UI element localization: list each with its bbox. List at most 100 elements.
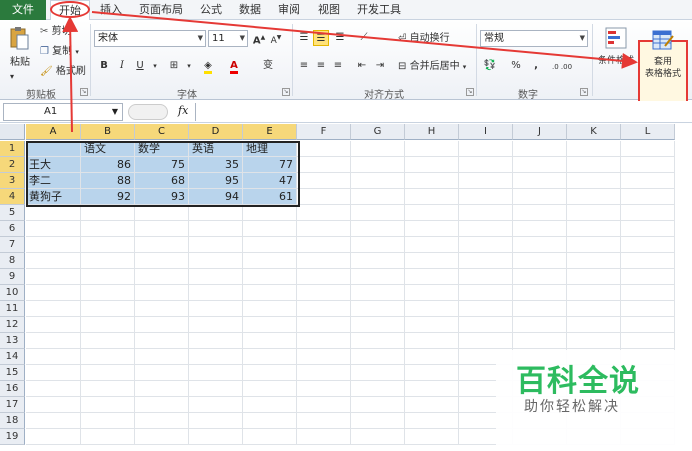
cell-g15[interactable] bbox=[351, 365, 405, 381]
cell-f15[interactable] bbox=[297, 365, 351, 381]
align-right-button[interactable]: ≡ bbox=[330, 58, 346, 74]
decrease-indent-button[interactable]: ⇤ bbox=[354, 58, 370, 74]
cell-k3[interactable] bbox=[567, 173, 621, 189]
cell-k2[interactable] bbox=[567, 157, 621, 173]
row-header-19[interactable]: 19 bbox=[0, 429, 25, 445]
row-header-18[interactable]: 18 bbox=[0, 413, 25, 429]
cell-c5[interactable] bbox=[135, 205, 189, 221]
cell-a17[interactable] bbox=[26, 397, 81, 413]
cell-c19[interactable] bbox=[135, 429, 189, 445]
cell-g3[interactable] bbox=[351, 173, 405, 189]
cell-l9[interactable] bbox=[621, 269, 675, 285]
tab-view[interactable]: 视图 bbox=[314, 0, 344, 20]
cell-j5[interactable] bbox=[513, 205, 567, 221]
cell-a5[interactable] bbox=[26, 205, 81, 221]
cell-h13[interactable] bbox=[405, 333, 459, 349]
tab-review[interactable]: 审阅 bbox=[274, 0, 304, 20]
cell-a16[interactable] bbox=[26, 381, 81, 397]
tab-page-layout[interactable]: 页面布局 bbox=[136, 0, 186, 20]
bold-button[interactable]: B bbox=[96, 58, 112, 74]
cell-l10[interactable] bbox=[621, 285, 675, 301]
format-as-table-button[interactable]: 套用 表格格式 bbox=[640, 56, 686, 80]
column-header-i[interactable]: I bbox=[459, 124, 513, 140]
merge-center-button[interactable]: ⊟ 合并后居中 ▾ bbox=[398, 60, 466, 74]
cell-d13[interactable] bbox=[189, 333, 243, 349]
orientation-button[interactable]: ⟋ bbox=[356, 30, 372, 46]
cell-b10[interactable] bbox=[81, 285, 135, 301]
cell-e18[interactable] bbox=[243, 413, 297, 429]
cell-e12[interactable] bbox=[243, 317, 297, 333]
cell-c11[interactable] bbox=[135, 301, 189, 317]
format-painter-button[interactable]: 🖌 格式刷 bbox=[40, 65, 86, 79]
cell-l4[interactable] bbox=[621, 189, 675, 205]
cell-a9[interactable] bbox=[26, 269, 81, 285]
cell-d10[interactable] bbox=[189, 285, 243, 301]
cell-g12[interactable] bbox=[351, 317, 405, 333]
cell-k8[interactable] bbox=[567, 253, 621, 269]
cell-e6[interactable] bbox=[243, 221, 297, 237]
cell-a4[interactable]: 黄狗子 bbox=[26, 189, 81, 205]
cell-e10[interactable] bbox=[243, 285, 297, 301]
cell-c7[interactable] bbox=[135, 237, 189, 253]
underline-button[interactable]: U bbox=[132, 58, 148, 74]
cell-a11[interactable] bbox=[26, 301, 81, 317]
grow-font-button[interactable]: A▲ bbox=[251, 30, 267, 46]
cell-e7[interactable] bbox=[243, 237, 297, 253]
cell-a18[interactable] bbox=[26, 413, 81, 429]
increase-indent-button[interactable]: ⇥ bbox=[372, 58, 388, 74]
column-header-h[interactable]: H bbox=[405, 124, 459, 140]
cell-d12[interactable] bbox=[189, 317, 243, 333]
cell-e8[interactable] bbox=[243, 253, 297, 269]
align-left-button[interactable]: ≡ bbox=[296, 58, 312, 74]
cell-b7[interactable] bbox=[81, 237, 135, 253]
cell-g2[interactable] bbox=[351, 157, 405, 173]
cell-d1[interactable]: 英语 bbox=[189, 141, 243, 157]
row-header-15[interactable]: 15 bbox=[0, 365, 25, 381]
cell-f11[interactable] bbox=[297, 301, 351, 317]
cell-h4[interactable] bbox=[405, 189, 459, 205]
column-header-j[interactable]: J bbox=[513, 124, 567, 140]
row-header-12[interactable]: 12 bbox=[0, 317, 25, 333]
number-format-select[interactable]: 常规 ▼ bbox=[480, 30, 588, 47]
cell-f8[interactable] bbox=[297, 253, 351, 269]
cell-e1[interactable]: 地理 bbox=[243, 141, 297, 157]
cell-e5[interactable] bbox=[243, 205, 297, 221]
cell-h16[interactable] bbox=[405, 381, 459, 397]
column-header-g[interactable]: G bbox=[351, 124, 405, 140]
cell-a13[interactable] bbox=[26, 333, 81, 349]
cell-a2[interactable]: 王大 bbox=[26, 157, 81, 173]
underline-dropdown-icon[interactable]: ▾ bbox=[147, 58, 163, 74]
cell-l13[interactable] bbox=[621, 333, 675, 349]
cell-h17[interactable] bbox=[405, 397, 459, 413]
cell-e11[interactable] bbox=[243, 301, 297, 317]
cell-h10[interactable] bbox=[405, 285, 459, 301]
cell-f17[interactable] bbox=[297, 397, 351, 413]
font-name-select[interactable]: 宋体 ▼ bbox=[94, 30, 206, 47]
cell-h2[interactable] bbox=[405, 157, 459, 173]
cell-j10[interactable] bbox=[513, 285, 567, 301]
cell-l8[interactable] bbox=[621, 253, 675, 269]
cell-i13[interactable] bbox=[459, 333, 513, 349]
cell-d11[interactable] bbox=[189, 301, 243, 317]
formula-bar-divider[interactable] bbox=[128, 104, 168, 120]
cell-f10[interactable] bbox=[297, 285, 351, 301]
comma-button[interactable]: , bbox=[528, 58, 544, 74]
cell-b5[interactable] bbox=[81, 205, 135, 221]
cell-h14[interactable] bbox=[405, 349, 459, 365]
column-header-c[interactable]: C bbox=[135, 124, 189, 140]
paste-dropdown-icon[interactable]: ▾ bbox=[10, 70, 14, 84]
cell-i8[interactable] bbox=[459, 253, 513, 269]
phonetic-button[interactable]: 变 bbox=[260, 58, 276, 74]
cell-c3[interactable]: 68 bbox=[135, 173, 189, 189]
border-dropdown-icon[interactable]: ▾ bbox=[181, 58, 197, 74]
cell-e3[interactable]: 47 bbox=[243, 173, 297, 189]
cell-j4[interactable] bbox=[513, 189, 567, 205]
cell-f6[interactable] bbox=[297, 221, 351, 237]
formula-input[interactable] bbox=[195, 103, 692, 121]
row-header-6[interactable]: 6 bbox=[0, 221, 25, 237]
row-header-8[interactable]: 8 bbox=[0, 253, 25, 269]
cell-a14[interactable] bbox=[26, 349, 81, 365]
cell-h15[interactable] bbox=[405, 365, 459, 381]
cell-f1[interactable] bbox=[297, 141, 351, 157]
cell-b12[interactable] bbox=[81, 317, 135, 333]
